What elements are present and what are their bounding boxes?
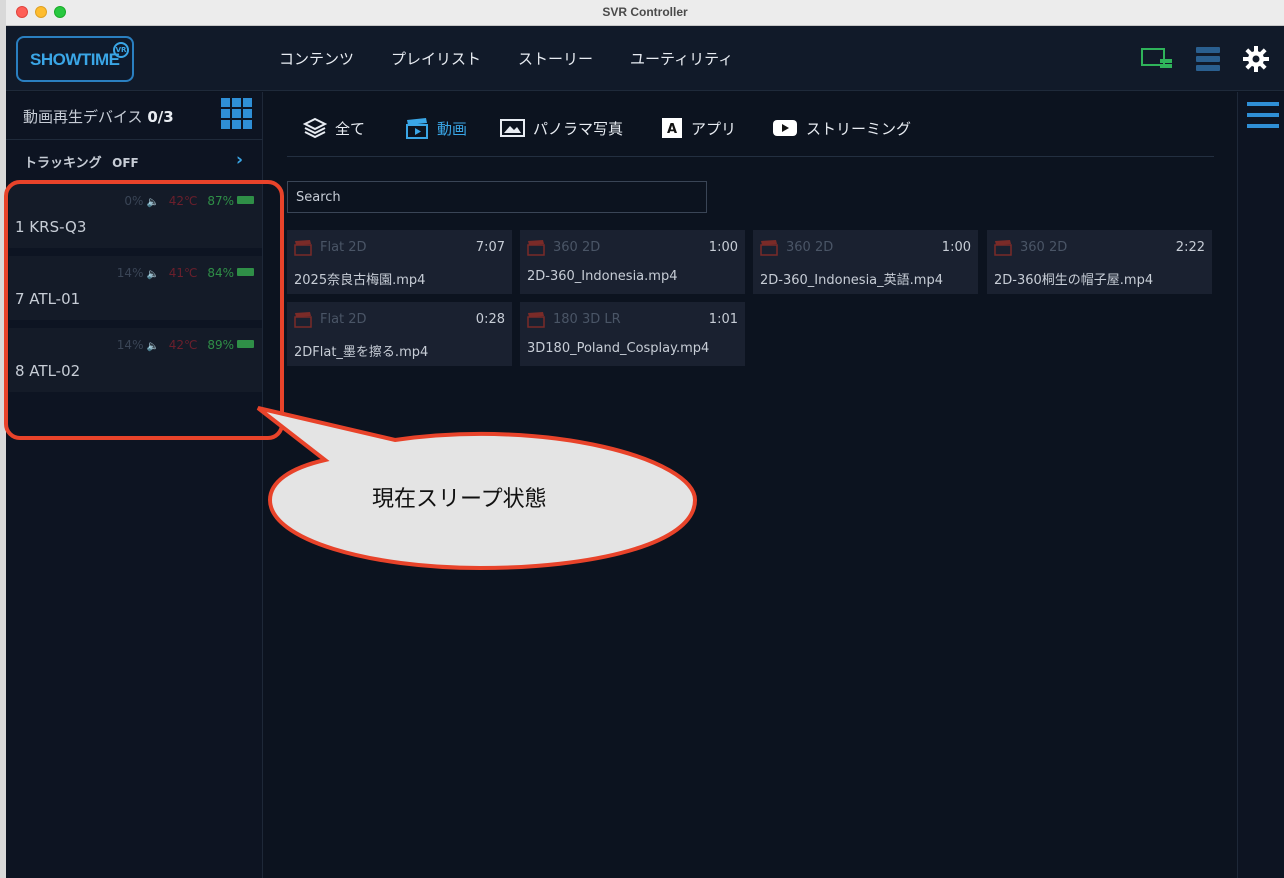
volume-value: 14% (116, 266, 144, 280)
clapperboard-icon (994, 240, 1012, 256)
video-filename: 2D-360_Indonesia.mp4 (527, 269, 678, 284)
battery-value: 87% (207, 194, 234, 208)
monitor-server-icon[interactable] (1141, 48, 1173, 70)
device-name: 1 KRS-Q3 (15, 218, 87, 236)
video-type: 180 3D LR (553, 312, 621, 327)
video-filename: 2D-360桐生の帽子屋.mp4 (994, 273, 1154, 288)
tab-all[interactable]: 全て (303, 116, 365, 140)
battery-icon (237, 196, 254, 204)
server-stack-icon[interactable] (1195, 46, 1221, 72)
video-type: Flat 2D (320, 240, 367, 255)
video-filename: 2025奈良古梅園.mp4 (294, 273, 426, 288)
device-name: 7 ATL-01 (15, 290, 81, 308)
devices-count: 0/3 (147, 108, 174, 126)
tracking-state: OFF (112, 156, 139, 170)
volume-value: 0% (124, 194, 144, 208)
divider (6, 139, 263, 140)
video-card[interactable]: 360 2D 1:00 2D-360_Indonesia_英語.mp4 (753, 230, 978, 294)
showtime-logo[interactable]: SHOWTIME VR (16, 36, 134, 82)
battery-icon (237, 340, 254, 348)
tab-video-label: 動画 (437, 119, 468, 138)
callout-text: 現在スリープ状態 (372, 487, 547, 512)
tracking-toggle[interactable]: トラッキング OFF (24, 152, 139, 171)
tab-streaming-label: ストリーミング (806, 119, 912, 138)
video-duration: 1:00 (708, 240, 738, 255)
device-card[interactable]: 0% 🔈 42℃ 87% 1 KRS-Q3 (9, 184, 262, 248)
device-sidebar: 動画再生デバイス 0/3 トラッキング OFF › 0% 🔈 42℃ 87% 1 … (6, 92, 263, 878)
svg-text:A: A (667, 122, 677, 137)
chevron-right-icon[interactable]: › (236, 150, 243, 170)
video-duration: 1:01 (708, 312, 738, 327)
device-card[interactable]: 14% 🔈 41℃ 84% 7 ATL-01 (9, 256, 262, 320)
grid-view-icon[interactable] (221, 98, 253, 130)
clapperboard-icon (294, 240, 312, 256)
video-filename: 2D-360_Indonesia_英語.mp4 (760, 273, 943, 288)
speaker-icon: 🔈 (146, 341, 159, 352)
tab-streaming[interactable]: ストリーミング (772, 116, 911, 140)
layers-icon (303, 117, 327, 139)
temperature-value: 42℃ (168, 338, 198, 352)
video-type: 360 2D (786, 240, 834, 255)
panorama-icon (500, 119, 525, 137)
nav-utility[interactable]: ユーティリティ (630, 48, 733, 69)
video-card[interactable]: Flat 2D 7:07 2025奈良古梅園.mp4 (287, 230, 512, 294)
tab-app-label: アプリ (691, 119, 737, 138)
clapperboard-icon (527, 240, 545, 256)
tab-panorama[interactable]: パノラマ写真 (500, 116, 623, 140)
battery-icon (237, 268, 254, 276)
temperature-value: 42℃ (168, 194, 198, 208)
device-stats: 14% 🔈 41℃ 84% (117, 266, 254, 280)
tab-all-label: 全て (335, 119, 366, 138)
search-input[interactable] (287, 181, 707, 213)
tab-app[interactable]: A アプリ (661, 116, 736, 140)
video-type: 360 2D (1020, 240, 1068, 255)
video-type: 360 2D (553, 240, 601, 255)
divider (287, 156, 1214, 157)
settings-gear-icon[interactable] (1242, 45, 1270, 73)
hamburger-menu-icon[interactable] (1247, 102, 1279, 128)
video-card[interactable]: 360 2D 1:00 2D-360_Indonesia.mp4 (520, 230, 745, 294)
youtube-icon (773, 120, 797, 136)
clapperboard-icon (527, 312, 545, 328)
top-navigation-bar: SHOWTIME VR コンテンツ プレイリスト ストーリー ユーティリティ (6, 26, 1284, 91)
volume-value: 14% (116, 338, 144, 352)
nav-playlist[interactable]: プレイリスト (391, 48, 481, 69)
clapperboard-icon (406, 118, 428, 139)
tab-panorama-label: パノラマ写真 (533, 119, 624, 138)
video-duration: 1:00 (941, 240, 971, 255)
video-card[interactable]: Flat 2D 0:28 2DFlat_墨を擦る.mp4 (287, 302, 512, 366)
device-stats: 14% 🔈 42℃ 89% (117, 338, 254, 352)
title-bar: SVR Controller (6, 0, 1284, 26)
logo-text: SHOWTIME (30, 50, 120, 69)
right-panel (1237, 92, 1284, 878)
nav-story[interactable]: ストーリー (518, 48, 593, 69)
tracking-label: トラッキング (24, 156, 102, 171)
video-type: Flat 2D (320, 312, 367, 327)
app-letter-icon: A (662, 118, 682, 138)
video-duration: 2:22 (1175, 240, 1205, 255)
speaker-icon: 🔈 (146, 269, 159, 280)
playback-devices-header: 動画再生デバイス 0/3 (23, 106, 174, 127)
temperature-value: 41℃ (168, 266, 198, 280)
video-filename: 2DFlat_墨を擦る.mp4 (294, 345, 429, 360)
nav-contents[interactable]: コンテンツ (279, 48, 354, 69)
battery-value: 89% (207, 338, 234, 352)
speaker-icon: 🔈 (146, 197, 159, 208)
video-duration: 0:28 (475, 312, 505, 327)
video-filename: 3D180_Poland_Cosplay.mp4 (527, 341, 710, 356)
video-duration: 7:07 (475, 240, 505, 255)
devices-label: 動画再生デバイス (23, 108, 143, 126)
video-card[interactable]: 180 3D LR 1:01 3D180_Poland_Cosplay.mp4 (520, 302, 745, 366)
clapperboard-icon (294, 312, 312, 328)
video-card[interactable]: 360 2D 2:22 2D-360桐生の帽子屋.mp4 (987, 230, 1212, 294)
window-title: SVR Controller (602, 5, 688, 19)
device-card[interactable]: 14% 🔈 42℃ 89% 8 ATL-02 (9, 328, 262, 392)
app-window: SVR Controller SHOWTIME VR コンテンツ プレイリスト … (6, 0, 1284, 878)
battery-value: 84% (207, 266, 234, 280)
tab-video[interactable]: 動画 (405, 116, 467, 140)
clapperboard-icon (760, 240, 778, 256)
device-stats: 0% 🔈 42℃ 87% (124, 194, 254, 208)
logo-vr-badge: VR (113, 42, 129, 58)
device-name: 8 ATL-02 (15, 362, 81, 380)
